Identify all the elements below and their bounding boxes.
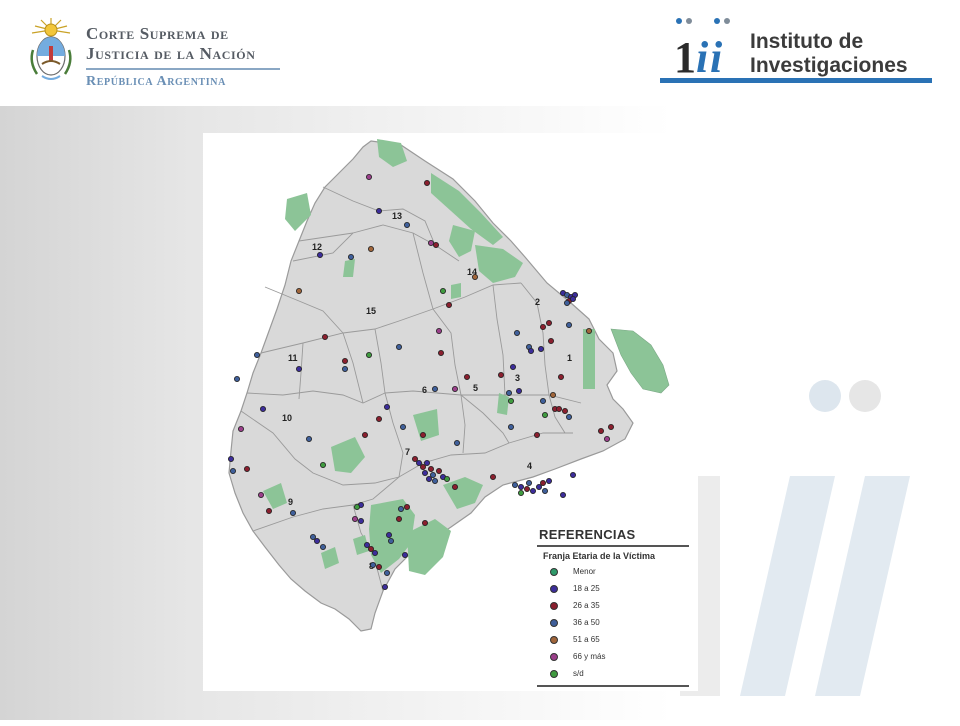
legend-label-menor: Menor xyxy=(573,567,596,576)
legend-title: REFERENCIAS xyxy=(539,527,636,542)
commune-label-5: 5 xyxy=(473,383,478,393)
court-country: República Argentina xyxy=(86,74,226,89)
institute-name-line1: Instituto de xyxy=(750,30,864,53)
institute-underline xyxy=(660,78,932,83)
legend-label-sd: s/d xyxy=(573,669,584,678)
legend-label-18-25: 18 a 25 xyxy=(573,584,600,593)
map-legend: REFERENCIAS Franja Etaria de la Víctima … xyxy=(535,524,693,689)
institute-name-line2: Investigaciones xyxy=(750,54,908,77)
legend-label-26-35: 26 a 35 xyxy=(573,601,600,610)
legend-dot-18-25 xyxy=(550,585,558,593)
svg-text:1: 1 xyxy=(674,33,696,82)
court-name-line2: Justicia de la Nación xyxy=(86,44,256,63)
commune-label-10: 10 xyxy=(282,413,292,423)
commune-label-12: 12 xyxy=(312,242,322,252)
court-name-line1: Corte Suprema de xyxy=(86,24,229,43)
commune-label-6: 6 xyxy=(422,385,427,395)
legend-dot-26-35 xyxy=(550,602,558,610)
legend-bottom-rule xyxy=(537,685,689,687)
svg-text:i: i xyxy=(710,33,723,82)
commune-label-2: 2 xyxy=(535,297,540,307)
legend-dot-51-65 xyxy=(550,636,558,644)
legend-dot-66-mas xyxy=(550,653,558,661)
institute-title-block: Instituto de Investigaciones xyxy=(750,30,908,78)
commune-label-3: 3 xyxy=(515,373,520,383)
legend-label-66-mas: 66 y más xyxy=(573,652,606,661)
legend-subtitle: Franja Etaria de la Víctima xyxy=(543,551,656,561)
map-panel: 1 2 3 4 5 6 7 8 9 10 11 12 13 14 15 xyxy=(203,133,698,691)
legend-top-rule xyxy=(537,545,689,547)
commune-label-4: 4 xyxy=(527,461,532,471)
legend-label-36-50: 36 a 50 xyxy=(573,618,600,627)
legend-dot-sd xyxy=(550,670,558,678)
commune-label-15: 15 xyxy=(366,306,376,316)
svg-text:i: i xyxy=(696,33,709,82)
commune-label-13: 13 xyxy=(392,211,402,221)
coat-of-arms-icon xyxy=(30,18,72,80)
legend-dot-36-50 xyxy=(550,619,558,627)
header: Corte Suprema de Justicia de la Nación R… xyxy=(0,0,960,106)
commune-label-9: 9 xyxy=(288,497,293,507)
commune-label-7: 7 xyxy=(405,447,410,457)
commune-label-1: 1 xyxy=(567,353,572,363)
court-title-divider xyxy=(86,68,280,70)
legend-label-51-65: 51 a 65 xyxy=(573,635,600,644)
reserva-ecologica xyxy=(610,328,670,394)
commune-label-11: 11 xyxy=(288,353,298,363)
legend-dot-menor xyxy=(550,568,558,576)
court-title-block: Corte Suprema de Justicia de la Nación R… xyxy=(86,24,280,91)
